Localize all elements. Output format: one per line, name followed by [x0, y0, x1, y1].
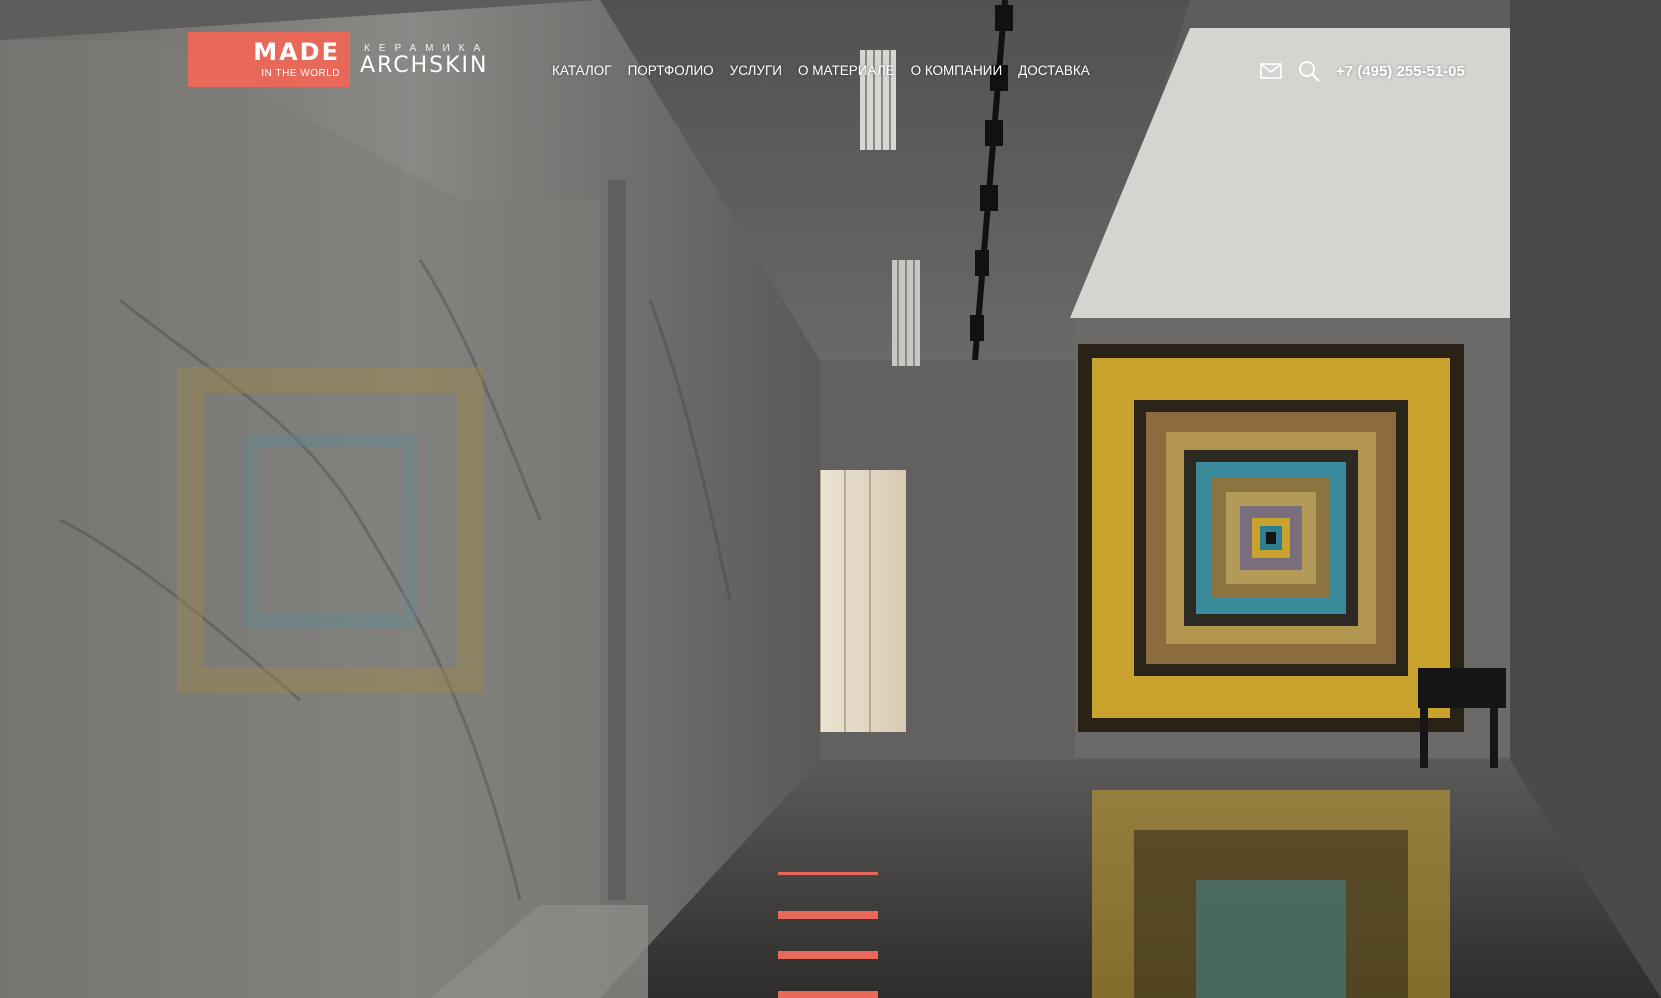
site-header: MADE IN THE WORLD КЕРАМИКА ARCHSKIN КАТА…	[0, 0, 1661, 120]
mail-icon[interactable]	[1258, 58, 1284, 84]
logo-name: ARCHSKIN	[360, 53, 489, 78]
scroll-bar	[778, 991, 878, 998]
main-nav: КАТАЛОГ ПОРТФОЛИО УСЛУГИ О МАТЕРИАЛЕ О К…	[552, 63, 1106, 78]
scroll-bar	[778, 911, 878, 919]
mosaic-artwork	[1078, 344, 1464, 732]
hero-scene	[0, 0, 1661, 998]
hero-background-photo	[0, 0, 1661, 998]
nav-item-about-material[interactable]: О МАТЕРИАЛЕ	[798, 63, 895, 78]
header-tools: +7 (495) 255-51-05	[1258, 58, 1465, 84]
logo-main-text: MADE	[253, 38, 340, 66]
nav-item-delivery[interactable]: ДОСТАВКА	[1018, 63, 1090, 78]
nav-item-portfolio[interactable]: ПОРТФОЛИО	[628, 63, 714, 78]
scroll-bar	[778, 951, 878, 959]
logo-wordmark: КЕРАМИКА ARCHSKIN	[360, 44, 489, 78]
nav-item-catalog[interactable]: КАТАЛОГ	[552, 63, 612, 78]
nav-item-about-company[interactable]: О КОМПАНИИ	[911, 63, 1003, 78]
search-icon[interactable]	[1296, 58, 1322, 84]
scroll-indicator[interactable]	[778, 872, 878, 998]
phone-link[interactable]: +7 (495) 255-51-05	[1336, 63, 1465, 80]
logo-sub-text: IN THE WORLD	[261, 68, 340, 79]
logo-badge: MADE IN THE WORLD	[188, 32, 350, 87]
site-logo[interactable]: MADE IN THE WORLD КЕРАМИКА ARCHSKIN	[188, 32, 489, 87]
nav-item-services[interactable]: УСЛУГИ	[730, 63, 782, 78]
scroll-bar	[778, 872, 878, 875]
